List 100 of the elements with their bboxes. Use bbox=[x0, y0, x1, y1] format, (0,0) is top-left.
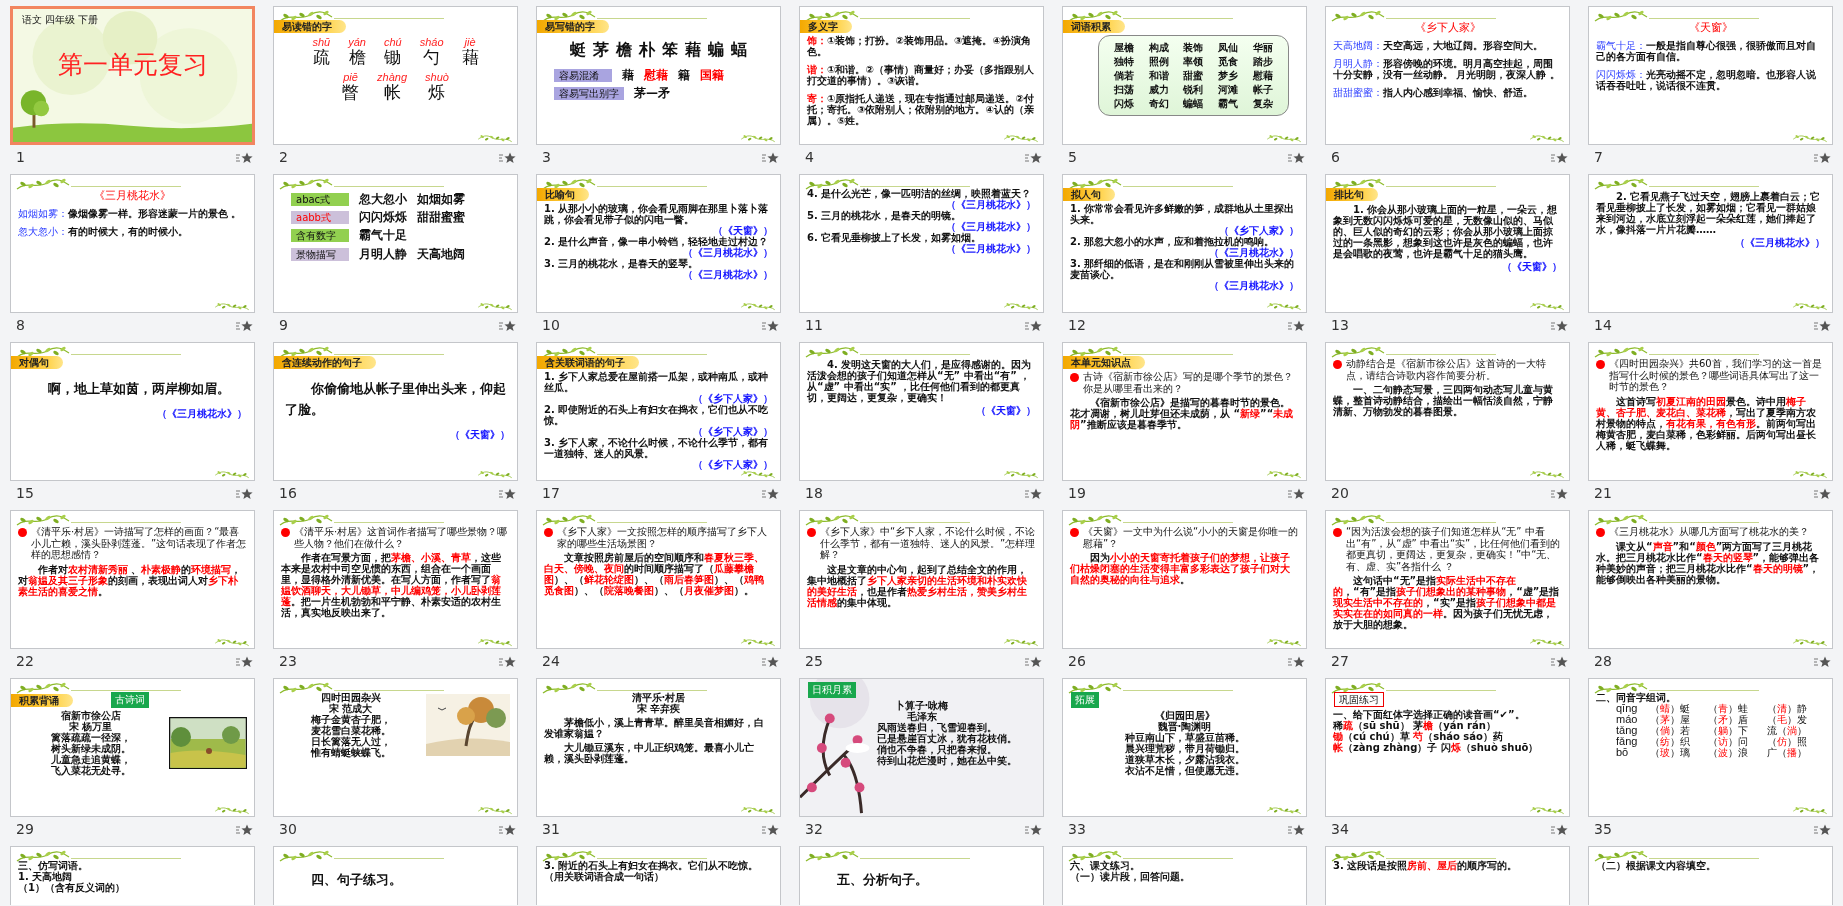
slide-thumbnail[interactable]: 《乡下人家》中“乡下人家，不论什么时候，不论什么季节，都有一道独特、迷人的风景。”怎样理解？ 这是文章的中心句，起到了总结全文的作用，集中地概括了乡下人家亲切的生活环境和朴实欢快的美好生活，也是作者热爱乡村生活，赞美乡村生活情感的集中体现。 bbox=[799, 510, 1044, 649]
slide-thumbnail[interactable]: 对偶句 啊，地上草如茵，两岸柳如眉。 （《三月桃花水》） bbox=[10, 342, 255, 481]
source-citation: （《三月桃花水》） bbox=[1208, 280, 1299, 291]
slide-thumbnail[interactable]: 《乡下人家》 天高地阔：天空高远，大地辽阔。形容空间大。 月明人静：形容傍晚的环境。明月高空挂起，周围十分安静，没有一丝动静。 月光明朗，夜深人静 。 甜甜蜜蜜：指人内心感到幸福、愉快、舒适。 bbox=[1325, 6, 1570, 145]
slide-thumbnail[interactable]: 词语积累 屋檐 构成 装饰 凤仙 华丽 独特 照例 率领 觅食 踏步 倘若 和谐 甜蜜 梦乡 慰藉 扫荡 威力 锐利 河滩 帐子 闪烁 奇幻 蝙蝠 霸气 复杂 bbox=[1062, 6, 1307, 145]
slide-thumbnail[interactable]: 动静结合是《宿新市徐公店》这首诗的一大特点，请结合诗歌内容作简要分析。 一、二句静态写景，三四两句动态写儿童与黄蝶，整首诗动静结合，描绘出一幅恬淡自然，宁静清新、万物勃发的暮春图景。 bbox=[1325, 342, 1570, 481]
section-label: 古诗词 bbox=[111, 692, 149, 708]
source-citation: （《三月桃花水》） bbox=[1209, 247, 1299, 258]
slide-number: 11 bbox=[805, 316, 823, 335]
slide-number: 16 bbox=[279, 484, 297, 503]
character-text: 蜓 bbox=[570, 41, 586, 59]
word-text: 奇幻 bbox=[1147, 98, 1170, 109]
poem-line: 衣沾不足惜，但使愿无违。 bbox=[1123, 765, 1246, 776]
poem-line: 俏也不争春，只把春来报。 bbox=[877, 744, 997, 755]
slide-thumbnail[interactable]: 含关联词语的句子 1. 乡下人家总爱在屋前搭一瓜架，或种南瓜，或种丝瓜。 （《乡下人家》） 2. 即使附近的石头上有妇女在捣衣，它们也从不吃惊。 （《乡下人家》） 3. 乡下人家，不论什么时候，不论什么季节，都有一道独特、迷人的风景。 （《乡下人家》） bbox=[536, 342, 781, 481]
slide-thumbnail[interactable]: 《清平乐·村居》这首词作者描写了哪些景物？哪些人物？他们在做什么？ 作者在写景方面，把茅檐、小溪、青草，这些本来是农村中司空见惯的东西，组合在一个画面里，显得格外清新优美。在写人方面，作者写了翁媪饮酒聊天，大儿锄草，中儿编鸡笼，小儿卧剥莲蓬。把一片生机勃勃和平宁静、朴素安适的农村生活，真实地反映出来了。 bbox=[273, 510, 518, 649]
poem-line: 宋 辛弃疾 bbox=[636, 703, 681, 714]
slide-thumbnail[interactable]: 五、分析句子。 bbox=[799, 846, 1044, 905]
slide-thumbnail[interactable]: 二、同音字组词。 qīng （蜻）蜓 （青）蛙 （清）静 máo （茅）屋 （矛）盾 （毛）发 tǎng （倘）若 （躺）下 流（淌） fǎng （纺）织 （访）问 （仿）照 bō （玻）璃 （波）浪 广（播） bbox=[1588, 678, 1833, 817]
slide-text: （1）（含有反义词的） bbox=[18, 882, 126, 893]
definition-text: 寄：①原指托人递送，现在专指通过邮局递送。②付托；寄托。③依附别人；依附别的地方。④认的（亲属）。⑤姓。 bbox=[807, 93, 1035, 126]
slide-thumbnail[interactable]: 《天窗》 霸气十足：一般是指自尊心很强，很骄傲而且对自己的各方面有自信。 闪闪烁烁：光亮动摇不定，忽明忽暗。也形容人说话吞吞吐吐，说话很不连贯。 bbox=[1588, 6, 1833, 145]
definition-text: 甜甜蜜蜜：指人内心感到幸福、愉快、舒适。 bbox=[1333, 87, 1534, 99]
slide-thumbnail[interactable]: 易写错的字 蜓 茅 檐 朴 笨 藉 蝙 蝠 容易混淆 藉 慰藉 籍 国籍 容易写出别字 茅—矛 bbox=[536, 6, 781, 145]
section-label: 拟人句 bbox=[1063, 188, 1115, 201]
slide-thumbnail[interactable]: 清平乐·村居 宋 辛弃疾 茅檐低小，溪上青青草。醉里吴音相媚好，白发谁家翁媪？ 大儿锄豆溪东，中儿正织鸡笼。最喜小儿亡赖，溪头卧剥莲蓬。 bbox=[536, 678, 781, 817]
slide-thumbnail[interactable]: 2. 它看见燕子飞过天空，翅膀上裹着白云；它看见垂柳披上了长发，如雾如烟；它看见一群姑娘来到河边，水底立刻浮起一朵朵红莲，她们捧起了水，像抖落一片片花瓣…… （《三月桃花水》） bbox=[1588, 174, 1833, 313]
slide-text: 一、二句静态写景，三四两句动态写儿童与黄蝶，整首诗动静结合，描绘出一幅恬淡自然，宁静清新、万物勃发的暮春图景。 bbox=[1333, 384, 1554, 417]
slide-thumbnail[interactable]: 含连续动作的句子 你偷偷地从帐子里伸出头来，仰起了脸。 （《天窗》） bbox=[273, 342, 518, 481]
slide-text: 2. 那忽大忽小的水声，应和着拖拉机的鸣响。 bbox=[1070, 236, 1275, 247]
definition-text: 霸气十足：一般是指自尊心很强，很骄傲而且对自己的各方面有自信。 bbox=[1596, 40, 1817, 63]
star-icon bbox=[498, 823, 516, 836]
slide-thumbnail[interactable]: 日积月累 卜算子·咏梅 毛泽东 风雨送春归，飞雪迎春到。 已是悬崖百丈冰，犹有花枝俏。 俏也不争春，只把春来报。 待到山花烂漫时，她在丛中笑。 bbox=[799, 678, 1044, 817]
question-text: 《天窗》一文中为什么说“小小的天窗是你唯一的慰藉”？ bbox=[1083, 526, 1299, 549]
bullet-icon bbox=[1596, 528, 1605, 537]
slide-text: 茅檐低小，溪上青青草。醉里吴音相媚好，白发谁家翁媪？ bbox=[544, 717, 765, 739]
slide-thumbnail[interactable]: 4. 发明这天窗的大人们，是应得感谢的。因为活泼会想的孩子们知道怎样从“无” 中看出“有” ，从“虚” 中看出“实” ，比任何他们看到的都更真切，更阔达，更复杂，更确实！ （《天窗》） bbox=[799, 342, 1044, 481]
slide-thumbnail[interactable]: 比喻句 1. 从那小小的玻璃，你会看见雨脚在那里卜落卜落跳，你会看见带子似的闪电一瞥。 （《天窗》） 2. 是什么声音，像一串小铃铛，轻轻地走过村边？ （《三月桃花水》） 3. 三月的桃花水，是春天的竖琴。 （《三月桃花水》） bbox=[536, 174, 781, 313]
vine-drawing bbox=[1792, 302, 1828, 311]
slide-thumbnail[interactable]: 《三月桃花水》 如烟如雾：像烟像雾一样。形容迷蒙一片的景色 。 忽大忽小：有的时候大，有的时候小。 bbox=[10, 174, 255, 313]
star-icon bbox=[1813, 319, 1831, 332]
star-icon bbox=[761, 655, 779, 668]
vine-drawing bbox=[214, 806, 250, 815]
section-label: 比喻句 bbox=[537, 188, 589, 201]
slide-thumbnail[interactable]: 4. 是什么光芒，像一匹明洁的丝绸，映照着蓝天？ （《三月桃花水》） 5. 三月的桃花水，是春天的明镜。 （《三月桃花水》） 6. 它看见垂柳披上了长发，如雾如烟。 （《三月桃花水》） bbox=[799, 174, 1044, 313]
slide-thumbnail[interactable]: （二）根据课文内容填空。 bbox=[1588, 846, 1833, 905]
character-text: 藉 bbox=[685, 41, 701, 59]
poem-line: 道狭草木长，夕露沾我衣。 bbox=[1123, 754, 1246, 765]
source-citation: （《三月桃花水》） bbox=[156, 407, 247, 419]
answer-text: （波）浪 bbox=[1708, 747, 1750, 758]
definition-text: 如烟如雾：像烟像雾一样。形容迷蒙一片的景色 。 bbox=[18, 208, 243, 220]
slide-thumbnail[interactable]: 四时田园杂兴 宋 范成大 梅子金黄杏子肥， 麦花雪白菜花稀。 日长篱落无人过， 惟有蜻蜓蛱蝶飞。 bbox=[273, 678, 518, 817]
slide-thumbnail[interactable]: 多义字 饰：①装饰；打扮。②装饰用品。③遮掩。④扮演角色。 谐：①和谐。②（事情）商量好；办妥（多指跟别人打交道的事情）。③诙谐。 寄：①原指托人递送，现在专指通过邮局递送。②付托；寄托。③依附别人；依附别的地方。④认的（亲属）。⑤姓。 bbox=[799, 6, 1044, 145]
category-label: 容易混淆 bbox=[554, 68, 612, 82]
word-text: 霸气 bbox=[1217, 98, 1240, 109]
slide-thumbnail[interactable]: 积累背诵 古诗词 宿新市徐公店 宋 杨万里 篱落疏疏一径深， 树头新绿未成阴。 儿童急走追黄蝶， 飞入菜花无处寻。 bbox=[10, 678, 255, 817]
slide-thumbnail[interactable]: 易读错的字 shū 疏 yán 檐 chú 锄 sháo 勺 jiè 藉 piē 瞥 zhàng 帐 shuò 烁 bbox=[273, 6, 518, 145]
star-icon bbox=[1550, 319, 1568, 332]
character-text: 藉 bbox=[461, 48, 479, 68]
slide-thumbnail[interactable]: 《天窗》一文中为什么说“小小的天窗是你唯一的慰藉”？ 因为小小的天窗寄托着孩子们的梦想，让孩子们枯燥闭塞的生活变得丰富多彩表达了孩子们对大自然的奥秘的向往与追求。 bbox=[1062, 510, 1307, 649]
answer-text: （毛）发 bbox=[1766, 714, 1808, 725]
slide-thumbnail[interactable]: 拓展 《归园田居》 魏晋·陶渊明 种豆南山下，草盛豆苗稀。 晨兴理荒秽，带月荷锄归。 道狭草木长，夕露沾我衣。 衣沾不足惜，但使愿无违。 bbox=[1062, 678, 1307, 817]
slide-text: （一）读片段，回答问题。 bbox=[1070, 871, 1191, 882]
slide-number: 8 bbox=[16, 316, 25, 335]
slide-thumbnail[interactable]: 三、仿写词语。 1. 天高地阔 （1）（含有反义词的） bbox=[10, 846, 255, 905]
category-label: aabb式 bbox=[291, 211, 349, 225]
word-text: 慰藉 bbox=[644, 68, 668, 82]
slide-thumbnail[interactable]: 3. 附近的石头上有妇女在捣衣。它们从不吃惊。（用关联词语合成一句话） bbox=[536, 846, 781, 905]
slide-thumbnail[interactable]: 3. 这段话是按照房前、屋后的顺序写的。 bbox=[1325, 846, 1570, 905]
answer-text: （蜻）蜓 bbox=[1650, 703, 1691, 714]
vine-drawing bbox=[1003, 134, 1039, 143]
word-text: 月明人静 bbox=[359, 247, 407, 261]
slide-text: 你偷偷地从帐子里伸出头来，仰起了脸。 bbox=[285, 380, 506, 419]
star-icon bbox=[1550, 151, 1568, 164]
slide-thumbnail[interactable]: abac式 忽大忽小 如烟如雾 aabb式 闪闪烁烁 甜甜蜜蜜 含有数字 霸气十足 景物描写 月明人静 天高地阔 bbox=[273, 174, 518, 313]
section-label: 词语积累 bbox=[1063, 20, 1125, 33]
slide-thumbnail[interactable]: 《四时田园杂兴》共60首，我们学习的这一首是指写什么时候的景色？哪些词语具体写出了这一时节的景色？ 这首诗写初夏江南的田园景色。诗中用梅子黄、杏子肥、麦花白、菜花稀，写出了夏季南方农村景物的特点，有花有果，有色有形。前两句写出梅黄杏肥，麦白菜稀，色彩鲜丽。后两句写出昼长人稀，蜓飞蝶舞。 bbox=[1588, 342, 1833, 481]
slide-thumbnail[interactable]: 排比句 1. 你会从那小玻璃上面的一粒星，一朵云，想象到无数闪闪烁烁可爱的星，无数像山似的、马似的、巨人似的奇幻的云彩；你会从那小玻璃上面掠过的一条黑影，想象到这也许是灰色的蝙蝠，也许是会唱歌的夜莺，也许是霸气十足的猫头鹰。 （《天窗》） bbox=[1325, 174, 1570, 313]
slide-text: 1. 你常常会看见许多鲜嫩的笋，成群地从土里探出头来。 bbox=[1070, 203, 1296, 225]
slide-thumbnail[interactable]: 本单元知识点 古诗《宿新市徐公店》写的是哪个季节的景色？你是从哪里看出来的？ 《宿新市徐公店》是描写的暮春时节的景色。花才凋谢，树儿吐芽但还未成荫，从 “新绿”“未成阴”推断应该是暮春季节。 bbox=[1062, 342, 1307, 481]
star-icon bbox=[1550, 655, 1568, 668]
slide-thumbnail[interactable]: 语文 四年级 下册 第一单元复习 bbox=[10, 6, 255, 145]
section-label: 易写错的字 bbox=[537, 20, 609, 33]
slide-text: 2. 是什么声音，像一串小铃铛，轻轻地走过村边？ bbox=[544, 236, 770, 247]
slide-thumbnail[interactable]: 《三月桃花水》从哪几方面写了桃花水的美？ 课文从“声音”和“颜色”两方面写了三月桃花水。把三月桃花水比作“春天的竖琴”，能够弹出各种美妙的声音；把三月桃花水比作“春天的明镜”，能够倒映出各种美丽的景物。 bbox=[1588, 510, 1833, 649]
slide-thumbnail[interactable]: 六、课文练习。 （一）读片段，回答问题。 bbox=[1062, 846, 1307, 905]
slide-thumbnail[interactable]: “因为活泼会想的孩子们知道怎样从“无” 中看出“有”，从“虚” 中看出“实”，比任何他们看到的都更真切，更阔达，更复杂，更确实！”中“无、有、虚、实”各指什么 ？ 这句话中“无”是指实际生活中不存在的，“有”是指孩子们想象出的某种事物，“虚”是指 现实生活中不存在的，“实”是指孩子们想象中都是实实在在的如同真的一样。因为孩子们无忧无虑，放于大胆的想象。 bbox=[1325, 510, 1570, 649]
pinyin-text: yán bbox=[348, 37, 366, 48]
slide-thumbnail[interactable]: 《清平乐·村居》一诗描写了怎样的画面？“最喜小儿亡赖，溪头卧剥莲蓬。”这句话表现了作者怎样的思想感情？ 作者对农村清新秀丽 、朴素极静的环境描写，对翁媪及其三子形象的刻画，表现出词人对乡下朴素生活的喜爱之情。 bbox=[10, 510, 255, 649]
answer-text: （访）问 bbox=[1708, 736, 1750, 747]
poem-line: 宋 杨万里 bbox=[68, 721, 113, 732]
slide-thumbnail[interactable]: 《乡下人家》一文按照怎样的顺序描写了乡下人家的哪些生活场景图？ 文章按照房前屋后的空间顺序和春夏秋三季、白天、傍晚、夜间的时间顺序描写了（瓜藤攀檐图）、（鲜花轮绽图）、（雨后春笋图）、（鸡鸭觅食图）、（院落晚餐图）、（月夜催梦图）。 bbox=[536, 510, 781, 649]
word-text: 屋檐 bbox=[1113, 42, 1136, 53]
slide-thumbnail[interactable]: 拟人句 1. 你常常会看见许多鲜嫩的笋，成群地从土里探出头来。 （《乡下人家》） 2. 那忽大忽小的水声，应和着拖拉机的鸣响。 （《三月桃花水》） 3. 那纤细的低语，是在和刚刚从雪被里伸出头来的麦苗谈心。 （《三月桃花水》） bbox=[1062, 174, 1307, 313]
star-icon bbox=[1813, 487, 1831, 500]
slide-thumbnail[interactable]: 巩固练习 一、给下面红体字选择正确的读音画“✔”。 稀疏（sū shū） 茅檐（yán rán） 锄（cú chú）草 芍（sháo sáo）药 帐（zàng zhàng）子 闪烁（shuò shuō） bbox=[1325, 678, 1570, 817]
question-text: 古诗《宿新市徐公店》写的是哪个季节的景色？你是从哪里看出来的？ bbox=[1083, 371, 1294, 394]
vine-drawing bbox=[477, 134, 513, 143]
slide-text: 3. 那纤细的低语，是在和刚刚从雪被里伸出头来的麦苗谈心。 bbox=[1070, 258, 1296, 280]
slide-thumbnail[interactable]: 四、句子练习。 bbox=[273, 846, 518, 905]
